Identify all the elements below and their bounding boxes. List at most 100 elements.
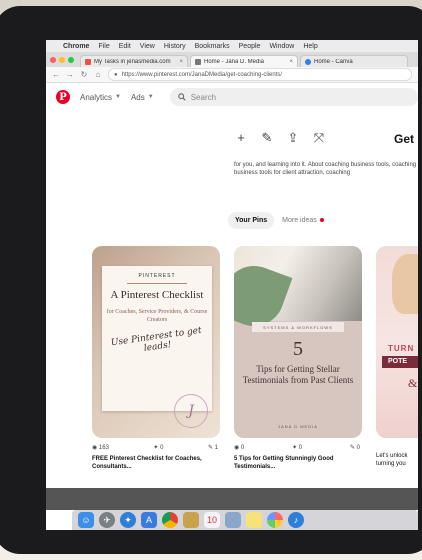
pin-stats: ◉ 0 ✦ 0 ✎ 0 xyxy=(234,444,362,451)
forward-icon[interactable]: → xyxy=(66,70,74,79)
stickies-icon[interactable] xyxy=(246,512,262,528)
pin-seal: J xyxy=(174,394,208,428)
pin-subheadline: POTE xyxy=(382,356,418,368)
pin-kicker: PINTEREST xyxy=(138,273,176,279)
comments-count: 0 xyxy=(356,445,360,451)
pin-image[interactable]: SYSTEMS & WORKFLOWS 5 Tips for Getting S… xyxy=(234,246,362,438)
finder-icon[interactable]: ☺ xyxy=(78,512,94,528)
share-icon[interactable]: ⇪ xyxy=(286,130,300,146)
tab-close-icon[interactable]: × xyxy=(289,59,293,65)
pin-stats: ◉ 163 ✦ 0 ✎ 1 xyxy=(92,444,220,451)
tab-title: My Tasks in jenasmedia.com xyxy=(94,58,171,65)
pin-card[interactable]: SYSTEMS & WORKFLOWS 5 Tips for Getting S… xyxy=(234,246,362,471)
music-icon[interactable]: ♪ xyxy=(288,512,304,528)
tab-title: Home - Jana D. Media xyxy=(204,58,265,65)
reactions-stat: ✦ 0 xyxy=(292,444,302,451)
url-text: https://www.pinterest.com/JanaDMedia/get… xyxy=(121,71,283,78)
analytics-label: Analytics xyxy=(80,92,113,102)
board-title: Get xyxy=(394,132,415,146)
url-bar[interactable]: ● https://www.pinterest.com/JanaDMedia/g… xyxy=(108,68,412,81)
menu-file[interactable]: File xyxy=(98,43,109,50)
ads-menu[interactable]: Ads ▼ xyxy=(131,93,154,102)
reactions-stat: ✦ 0 xyxy=(153,444,163,451)
zoom-window-icon[interactable] xyxy=(68,56,74,63)
notes-icon[interactable] xyxy=(183,512,199,528)
menu-history[interactable]: History xyxy=(164,43,186,50)
edit-icon[interactable]: ✎ xyxy=(260,130,274,146)
browser-tab-bar: My Tasks in jenasmedia.com × Home - Jana… xyxy=(46,52,418,67)
laptop-bezel: Chrome File Edit View History Bookmarks … xyxy=(0,6,422,554)
pin-image[interactable]: TURN POTE & xyxy=(376,246,418,438)
safari-icon[interactable]: ✦ xyxy=(120,512,136,528)
tab-favicon-icon xyxy=(195,58,201,65)
saves-stat: ◉ 163 xyxy=(92,444,109,451)
menu-people[interactable]: People xyxy=(239,43,261,50)
pin-caption[interactable]: Let's unlock turning you xyxy=(376,452,416,468)
pin-card[interactable]: PINTEREST A Pinterest Checklist for Coac… xyxy=(92,246,220,471)
pin-card[interactable]: TURN POTE & Let's unlock turning you xyxy=(376,246,418,468)
pin-image[interactable]: PINTEREST A Pinterest Checklist for Coac… xyxy=(92,246,220,438)
organize-icon[interactable]: ⤧ xyxy=(312,130,326,146)
menu-help[interactable]: Help xyxy=(303,43,317,50)
notification-dot-icon xyxy=(319,218,324,223)
comment-icon: ✎ xyxy=(207,445,215,451)
menu-edit[interactable]: Edit xyxy=(119,43,131,50)
pinterest-header: P Analytics ▼ Ads ▼ Search xyxy=(46,83,418,111)
back-icon[interactable]: ← xyxy=(52,70,60,79)
chrome-icon[interactable] xyxy=(162,512,178,528)
pin-headline: TURN xyxy=(388,344,415,353)
window-controls xyxy=(50,56,74,63)
comments-stat: ✎ 1 xyxy=(208,444,218,451)
analytics-menu[interactable]: Analytics ▼ xyxy=(80,93,121,102)
divider xyxy=(127,283,187,284)
pinterest-logo-icon[interactable]: P xyxy=(56,90,70,104)
appstore-icon[interactable]: A xyxy=(141,512,157,528)
comments-stat: ✎ 0 xyxy=(350,444,360,451)
portrait-photo xyxy=(392,254,418,314)
minimize-window-icon[interactable] xyxy=(59,56,65,63)
pin-caption[interactable]: FREE Pinterest Checklist for Coaches, Co… xyxy=(92,455,212,471)
comments-count: 1 xyxy=(214,445,218,451)
tab-favicon-icon xyxy=(85,58,91,65)
pin-icon: ✦ xyxy=(292,445,299,451)
pin-subtitle: for Coaches, Service Providers, & Course… xyxy=(106,309,208,323)
add-icon[interactable]: + xyxy=(234,130,248,146)
board-tabs: Your Pins More ideas xyxy=(228,212,324,229)
calendar-icon[interactable]: 10 xyxy=(204,512,220,528)
saves-count: 0 xyxy=(240,445,245,451)
pin-footer: JANA D MEDIA xyxy=(278,424,318,429)
reactions-count: 0 xyxy=(298,445,303,451)
address-toolbar: ← → ↻ ⌂ ● https://www.pinterest.com/Jana… xyxy=(46,67,418,83)
search-placeholder: Search xyxy=(190,92,217,102)
board-description: for you, and learning into it. About coa… xyxy=(234,162,417,176)
menu-window[interactable]: Window xyxy=(269,43,294,50)
tab-close-icon[interactable]: × xyxy=(179,59,183,65)
launchpad-icon[interactable]: ✈ xyxy=(99,512,115,528)
pin-caption[interactable]: 5 Tips for Getting Stunningly Good Testi… xyxy=(234,455,354,471)
browser-tab[interactable]: Home - Canva xyxy=(300,55,408,67)
tab-your-pins[interactable]: Your Pins xyxy=(228,212,275,229)
search-input[interactable]: Search xyxy=(169,88,418,106)
close-window-icon[interactable] xyxy=(50,56,56,63)
saves-count: 163 xyxy=(98,445,109,451)
menu-bookmarks[interactable]: Bookmarks xyxy=(195,43,230,50)
pin-title: Tips for Getting Stellar Testimonials fr… xyxy=(242,364,354,385)
mac-menu-bar: Chrome File Edit View History Bookmarks … xyxy=(46,40,418,52)
browser-tab[interactable]: My Tasks in jenasmedia.com × xyxy=(80,55,188,67)
home-icon[interactable]: ⌂ xyxy=(94,70,102,79)
tab-more-ideas-label: More ideas xyxy=(282,217,317,224)
menu-view[interactable]: View xyxy=(140,43,155,50)
saves-stat: ◉ 0 xyxy=(234,444,244,451)
eye-icon: ◉ xyxy=(92,445,99,451)
photos2-icon[interactable] xyxy=(267,512,283,528)
reload-icon[interactable]: ↻ xyxy=(80,70,88,79)
laptop-screen: Chrome File Edit View History Bookmarks … xyxy=(46,40,418,530)
browser-tab-active[interactable]: Home - Jana D. Media × xyxy=(190,55,298,67)
tab-title: Home - Canva xyxy=(314,58,353,65)
photos-icon[interactable] xyxy=(225,512,241,528)
menu-chrome[interactable]: Chrome xyxy=(63,43,89,50)
pin-graphic: PINTEREST A Pinterest Checklist for Coac… xyxy=(102,266,212,411)
ads-label: Ads xyxy=(130,92,145,102)
pin-number: 5 xyxy=(293,338,303,360)
tab-more-ideas[interactable]: More ideas xyxy=(282,217,324,224)
